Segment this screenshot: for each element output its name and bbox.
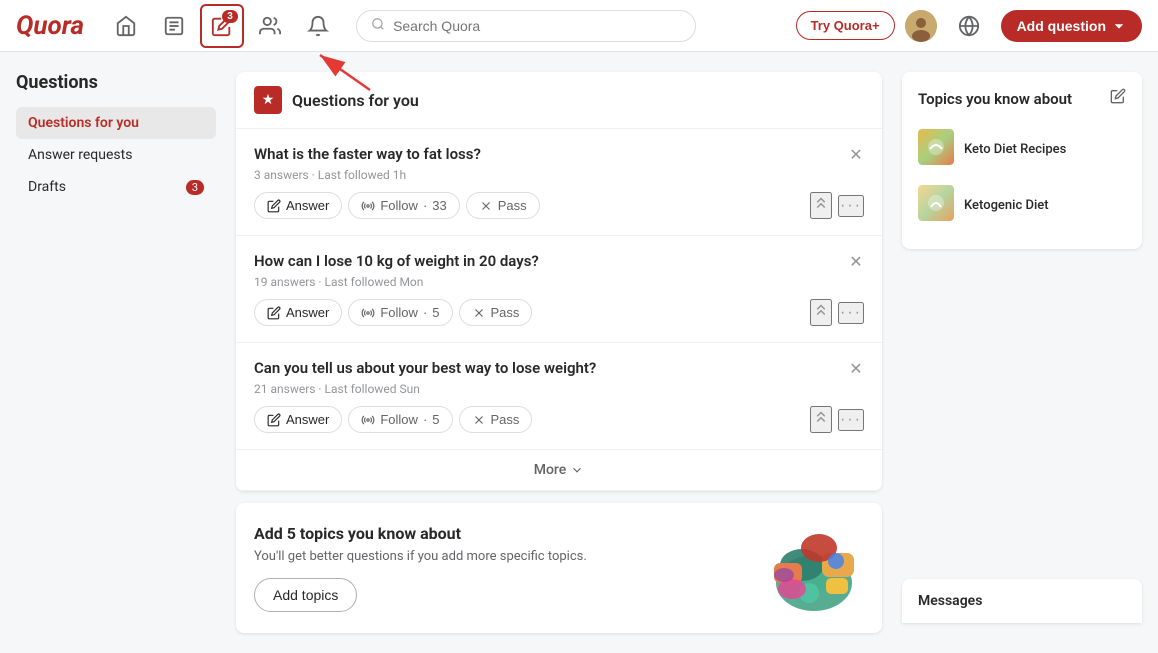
more-options-btn-3[interactable]: ··· <box>838 409 864 431</box>
question-card-2: ✕ How can I lose 10 kg of weight in 20 d… <box>236 236 882 343</box>
write-nav-btn[interactable]: 3 <box>200 4 244 48</box>
question-meta-1: 3 answers · Last followed 1h <box>254 168 864 182</box>
downvote-btn-2[interactable] <box>810 299 832 326</box>
write-badge: 3 <box>222 10 238 23</box>
question-actions-2: Answer Follow · 5 Pass ··· <box>254 299 864 326</box>
add-topics-title: Add 5 topics you know about <box>254 524 748 543</box>
question-title-1[interactable]: What is the faster way to fat loss? <box>254 145 864 163</box>
question-card-1: ✕ What is the faster way to fat loss? 3 … <box>236 129 882 236</box>
add-topics-card: Add 5 topics you know about You'll get b… <box>236 503 882 633</box>
messages-panel[interactable]: Messages <box>902 579 1142 623</box>
try-quora-btn[interactable]: Try Quora+ <box>796 11 895 40</box>
pass-btn-3[interactable]: Pass <box>459 406 533 433</box>
header-right: Try Quora+ Add question <box>796 4 1142 48</box>
question-meta-3: 21 answers · Last followed Sun <box>254 382 864 396</box>
main-content: ★ Questions for you ✕ What is the faster… <box>236 72 882 633</box>
answers-nav-btn[interactable] <box>152 4 196 48</box>
question-title-3[interactable]: Can you tell us about your best way to l… <box>254 359 864 377</box>
downvote-btn-3[interactable] <box>810 406 832 433</box>
topics-panel-header: Topics you know about <box>918 88 1126 109</box>
add-topics-left: Add 5 topics you know about You'll get b… <box>254 524 748 612</box>
follow-btn-2[interactable]: Follow · 5 <box>348 299 452 326</box>
avatar[interactable] <box>905 10 937 42</box>
answer-btn-1[interactable]: Answer <box>254 192 342 219</box>
search-input[interactable] <box>393 18 681 34</box>
add-topics-illustration <box>764 523 864 613</box>
downvote-btn-1[interactable] <box>810 192 832 219</box>
more-options-btn-1[interactable]: ··· <box>838 195 864 217</box>
topic-icon-ketogenic <box>918 185 954 225</box>
main-layout: Questions Questions for you Answer reque… <box>0 52 1158 653</box>
quora-logo[interactable]: Quora <box>16 11 84 41</box>
add-topics-btn[interactable]: Add topics <box>254 578 357 612</box>
follow-btn-1[interactable]: Follow · 33 <box>348 192 459 219</box>
question-card-3: ✕ Can you tell us about your best way to… <box>236 343 882 450</box>
close-question-2[interactable]: ✕ <box>844 250 868 274</box>
search-bar <box>356 10 696 42</box>
close-question-1[interactable]: ✕ <box>844 143 868 167</box>
question-actions-3: Answer Follow · 5 Pass ··· <box>254 406 864 433</box>
panel-header-title: Questions for you <box>292 91 419 110</box>
spaces-nav-btn[interactable] <box>248 4 292 48</box>
globe-btn[interactable] <box>947 4 991 48</box>
panel-header-icon: ★ <box>254 86 282 114</box>
sidebar: Questions Questions for you Answer reque… <box>16 72 216 633</box>
follow-btn-3[interactable]: Follow · 5 <box>348 406 452 433</box>
question-actions-1: Answer Follow · 33 Pass ··· <box>254 192 864 219</box>
add-topics-desc: You'll get better questions if you add m… <box>254 549 748 564</box>
more-row[interactable]: More <box>236 450 882 491</box>
messages-title: Messages <box>918 593 982 609</box>
question-title-2[interactable]: How can I lose 10 kg of weight in 20 day… <box>254 252 864 270</box>
topic-item-ketogenic[interactable]: Ketogenic Diet <box>918 177 1126 233</box>
header-nav: 3 <box>104 4 340 48</box>
topics-panel-title: Topics you know about <box>918 90 1072 108</box>
drafts-badge: 3 <box>186 180 204 195</box>
edit-topics-btn[interactable] <box>1110 88 1126 109</box>
topic-name-ketogenic: Ketogenic Diet <box>964 198 1049 213</box>
home-nav-btn[interactable] <box>104 4 148 48</box>
sidebar-item-drafts[interactable]: Drafts 3 <box>16 171 216 203</box>
answer-btn-2[interactable]: Answer <box>254 299 342 326</box>
questions-panel: ★ Questions for you ✕ What is the faster… <box>236 72 882 491</box>
more-options-btn-2[interactable]: ··· <box>838 302 864 324</box>
topic-name-keto-diet: Keto Diet Recipes <box>964 142 1066 157</box>
header: Quora 3 Try Quora+ <box>0 0 1158 52</box>
topics-panel: Topics you know about <box>902 72 1142 249</box>
sidebar-item-answer-requests[interactable]: Answer requests <box>16 139 216 171</box>
pass-btn-1[interactable]: Pass <box>466 192 540 219</box>
add-question-btn[interactable]: Add question <box>1001 10 1142 42</box>
question-meta-2: 19 answers · Last followed Mon <box>254 275 864 289</box>
panel-header: ★ Questions for you <box>236 72 882 129</box>
topic-item-keto-diet[interactable]: Keto Diet Recipes <box>918 121 1126 177</box>
notifications-nav-btn[interactable] <box>296 4 340 48</box>
close-question-3[interactable]: ✕ <box>844 357 868 381</box>
answer-btn-3[interactable]: Answer <box>254 406 342 433</box>
right-panel: Topics you know about <box>902 72 1142 633</box>
topic-icon-keto-diet <box>918 129 954 169</box>
sidebar-title: Questions <box>16 72 216 93</box>
pass-btn-2[interactable]: Pass <box>459 299 533 326</box>
sidebar-item-questions-for-you[interactable]: Questions for you <box>16 107 216 139</box>
search-icon <box>371 17 385 35</box>
